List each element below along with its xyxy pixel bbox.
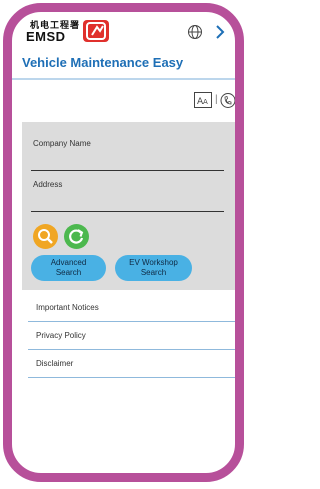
font-size-icon[interactable]: A A	[194, 92, 212, 108]
chevron-right-icon[interactable]	[215, 24, 225, 40]
phone-frame: 机电工程署 EMSD Vehicle Maintenance Easy A A …	[3, 3, 244, 482]
logo-badge-icon	[86, 22, 106, 40]
header-divider	[12, 78, 235, 80]
logo-text: EMSD	[26, 29, 66, 44]
search-icon	[38, 229, 53, 244]
phone-icon[interactable]	[220, 92, 236, 109]
svg-text:A: A	[203, 98, 208, 106]
tools-bar: A A |	[194, 90, 236, 112]
advanced-search-label-line2: Search	[55, 268, 82, 277]
app-title: Vehicle Maintenance Easy	[22, 55, 184, 70]
ev-workshop-search-button[interactable]: EV Workshop Search	[115, 255, 192, 281]
reset-icon	[69, 229, 84, 244]
tools-separator: |	[215, 94, 218, 105]
link-important-notices[interactable]: Important Notices	[28, 294, 235, 322]
address-label: Address	[33, 180, 63, 189]
emsd-logo: 机电工程署 EMSD	[26, 20, 80, 43]
reset-button[interactable]	[64, 224, 89, 249]
search-panel: Company Name Address Advanced Search EV	[22, 122, 235, 290]
company-name-label: Company Name	[33, 139, 91, 148]
advanced-search-button[interactable]: Advanced Search	[31, 255, 106, 281]
ev-workshop-label-line1: EV Workshop	[129, 258, 178, 267]
address-input[interactable]	[31, 211, 224, 212]
ev-workshop-label-line2: Search	[140, 268, 167, 277]
link-disclaimer[interactable]: Disclaimer	[28, 350, 235, 378]
search-button[interactable]	[33, 224, 58, 249]
emsd-logo-badge	[83, 20, 109, 42]
link-privacy-policy[interactable]: Privacy Policy	[28, 322, 235, 350]
company-name-input[interactable]	[31, 170, 224, 171]
app-header: 机电工程署 EMSD Vehicle Maintenance Easy	[12, 12, 235, 78]
advanced-search-label-line1: Advanced	[50, 258, 87, 267]
globe-icon[interactable]	[187, 24, 203, 40]
